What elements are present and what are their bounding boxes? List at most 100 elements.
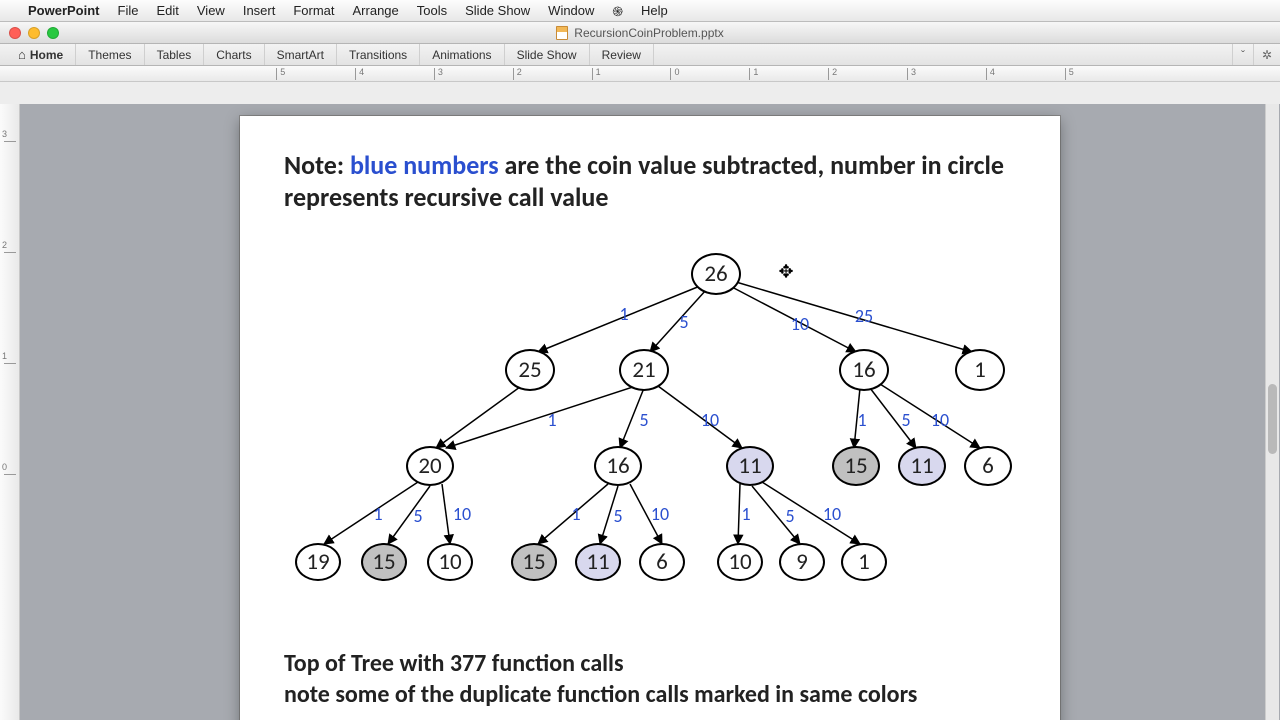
ruler-h-label: 3 — [438, 67, 443, 77]
ruler-h-label: 0 — [674, 67, 679, 77]
tab-animations[interactable]: Animations — [420, 44, 504, 65]
bottom-caption-line1: Top of Tree with 377 function calls — [284, 648, 1016, 679]
tree-node[interactable]: 1 — [841, 543, 887, 581]
mac-menubar: PowerPoint File Edit View Insert Format … — [0, 0, 1280, 22]
tab-tables[interactable]: Tables — [145, 44, 205, 65]
edge-label: 1 — [373, 503, 382, 525]
edge-label: 25 — [855, 305, 873, 327]
ribbon-tabs: ⌂ Home Themes Tables Charts SmartArt Tra… — [0, 44, 1280, 66]
menu-view[interactable]: View — [197, 3, 225, 18]
ruler-vertical: 3 2 1 0 — [0, 104, 20, 720]
tab-slideshow[interactable]: Slide Show — [505, 44, 590, 65]
tab-review[interactable]: Review — [590, 44, 654, 65]
tab-home[interactable]: ⌂ Home — [6, 44, 76, 65]
recursion-tree[interactable]: 26 1 5 10 25 25 21 16 1 1 5 — [240, 248, 1060, 588]
edge-label: 1 — [857, 409, 866, 431]
menu-arrange[interactable]: Arrange — [353, 3, 399, 18]
ruler-horizontal: 5 4 3 2 1 0 1 2 3 4 5 — [0, 66, 1280, 82]
tree-node[interactable]: 21 — [619, 349, 669, 391]
menu-file[interactable]: File — [118, 3, 139, 18]
tree-node[interactable]: 25 — [505, 349, 555, 391]
tab-charts[interactable]: Charts — [204, 44, 264, 65]
tree-node[interactable]: 6 — [639, 543, 685, 581]
menu-edit[interactable]: Edit — [156, 3, 178, 18]
ruler-h-label: 4 — [359, 67, 364, 77]
ruler-v-label: 2 — [2, 240, 7, 250]
ruler-h-label: 4 — [990, 67, 995, 77]
script-menu-icon[interactable]: ֍ — [612, 2, 623, 20]
vertical-scrollbar[interactable] — [1265, 104, 1279, 720]
edge-label: 5 — [639, 409, 648, 431]
ruler-v-label: 3 — [2, 129, 7, 139]
ruler-h-label: 2 — [517, 67, 522, 77]
edge-label: 5 — [413, 505, 422, 527]
menu-format[interactable]: Format — [293, 3, 334, 18]
edge-label: 1 — [619, 303, 628, 325]
menu-insert[interactable]: Insert — [243, 3, 276, 18]
edge-label: 5 — [901, 409, 910, 431]
edge-label: 5 — [613, 505, 622, 527]
edge-label: 10 — [931, 409, 949, 431]
tree-node[interactable]: 16 — [839, 349, 889, 391]
ruler-v-label: 1 — [2, 351, 7, 361]
tree-node[interactable]: 10 — [717, 543, 763, 581]
scrollbar-thumb[interactable] — [1268, 384, 1277, 454]
menu-help[interactable]: Help — [641, 3, 668, 18]
note-prefix: Note: — [284, 149, 350, 181]
window-title: RecursionCoinProblem.pptx — [574, 26, 723, 40]
app-name-menu[interactable]: PowerPoint — [28, 3, 100, 18]
edge-label: 10 — [791, 313, 809, 335]
slide-canvas[interactable]: Note: blue numbers are the coin value su… — [20, 104, 1280, 720]
tree-node[interactable]: 16 — [594, 446, 642, 486]
tree-node-root[interactable]: 26 — [691, 253, 741, 295]
tree-node[interactable]: 20 — [406, 446, 454, 486]
tab-themes[interactable]: Themes — [76, 44, 144, 65]
edge-label: 10 — [453, 503, 471, 525]
home-icon: ⌂ — [18, 47, 26, 62]
menu-window[interactable]: Window — [548, 3, 594, 18]
bottom-caption-line2: note some of the duplicate function call… — [284, 679, 1016, 710]
edge-label: 10 — [823, 503, 841, 525]
tree-node-duplicate-15[interactable]: 15 — [361, 543, 407, 581]
edge-label: 1 — [741, 503, 750, 525]
workspace: 3 2 1 0 Note: blue numbers are the coin … — [0, 104, 1280, 720]
ruler-h-label: 3 — [911, 67, 916, 77]
move-cursor-icon: ✥ — [778, 262, 793, 283]
tab-transitions[interactable]: Transitions — [337, 44, 420, 65]
ribbon-settings-icon[interactable]: ✲ — [1253, 44, 1280, 65]
document-icon — [556, 26, 568, 40]
edge-label: 10 — [651, 503, 669, 525]
menu-slideshow[interactable]: Slide Show — [465, 3, 530, 18]
tree-node-duplicate-15[interactable]: 15 — [832, 446, 880, 486]
ruler-h-label: 2 — [832, 67, 837, 77]
edge-label: 1 — [547, 409, 556, 431]
edge-label: 5 — [679, 311, 688, 333]
app-window: RecursionCoinProblem.pptx ⌂ Home Themes … — [0, 22, 1280, 720]
edge-label: 5 — [785, 505, 794, 527]
edge-label: 1 — [571, 503, 580, 525]
ruler-v-label: 0 — [2, 462, 7, 472]
slide[interactable]: Note: blue numbers are the coin value su… — [240, 116, 1060, 720]
bottom-caption[interactable]: Top of Tree with 377 function calls note… — [284, 648, 1016, 710]
ruler-h-label: 5 — [1069, 67, 1074, 77]
ruler-h-label: 1 — [596, 67, 601, 77]
tree-node-duplicate-11[interactable]: 11 — [726, 446, 774, 486]
tree-node-duplicate-11[interactable]: 11 — [898, 446, 946, 486]
tab-smartart[interactable]: SmartArt — [265, 44, 337, 65]
tree-node[interactable]: 6 — [964, 446, 1012, 486]
tree-node[interactable]: 10 — [427, 543, 473, 581]
edge-label: 10 — [701, 409, 719, 431]
note-blue-phrase: blue numbers — [350, 149, 499, 181]
tree-node-duplicate-11[interactable]: 11 — [575, 543, 621, 581]
menu-tools[interactable]: Tools — [417, 3, 447, 18]
tree-node-duplicate-15[interactable]: 15 — [511, 543, 557, 581]
tree-node[interactable]: 19 — [295, 543, 341, 581]
note-text[interactable]: Note: blue numbers are the coin value su… — [284, 150, 1016, 213]
window-titlebar: RecursionCoinProblem.pptx — [0, 22, 1280, 44]
ruler-h-label: 5 — [280, 67, 285, 77]
ruler-h-label: 1 — [753, 67, 758, 77]
tab-home-label: Home — [30, 48, 63, 62]
ribbon-collapse-icon[interactable]: ˇ — [1232, 44, 1253, 65]
tree-node[interactable]: 1 — [955, 349, 1005, 391]
tree-node[interactable]: 9 — [779, 543, 825, 581]
